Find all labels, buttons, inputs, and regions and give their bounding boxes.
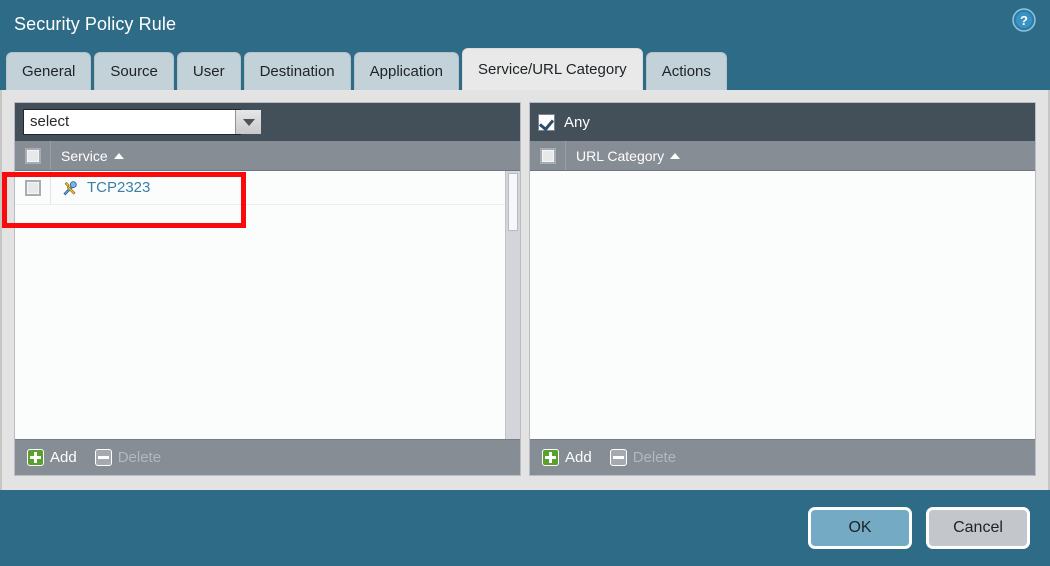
service-column-header: Service	[15, 141, 520, 171]
url-select-all-checkbox[interactable]	[539, 147, 556, 164]
tabstrip: General Source User Destination Applicat…	[0, 48, 1050, 90]
plus-square-icon	[542, 449, 559, 466]
service-select-all-checkbox[interactable]	[24, 147, 41, 164]
url-delete-label: Delete	[632, 449, 677, 466]
url-column-title-cell[interactable]: URL Category	[566, 147, 681, 164]
url-any-label: Any	[564, 113, 590, 131]
help-circle-icon[interactable]: ?	[1012, 8, 1036, 32]
ok-button[interactable]: OK	[808, 507, 912, 549]
tab-destination[interactable]: Destination	[243, 52, 351, 90]
service-panel-toolbar	[15, 103, 520, 141]
tab-actions[interactable]: Actions	[645, 52, 727, 90]
minus-square-icon	[94, 449, 112, 466]
service-list-scrollbar[interactable]	[505, 171, 520, 439]
service-panel: Service	[14, 102, 521, 476]
url-add-label: Add	[565, 449, 592, 466]
url-any-row[interactable]: Any	[538, 113, 590, 131]
url-category-column-header: URL Category	[530, 141, 1035, 171]
url-select-all-cell[interactable]	[530, 141, 566, 170]
service-tools-icon	[61, 179, 79, 197]
service-column-title-cell[interactable]: Service	[51, 148, 124, 164]
url-category-rows	[530, 171, 1035, 439]
url-category-panel-footer: Add Delete	[530, 439, 1035, 475]
dialog-title: Security Policy Rule	[14, 13, 177, 34]
service-row-checkbox-cell[interactable]	[15, 171, 51, 204]
cancel-button[interactable]: Cancel	[926, 507, 1030, 549]
url-delete-button: Delete	[609, 449, 677, 466]
tab-content-service-url-category: Service	[0, 90, 1050, 490]
service-select-input[interactable]	[24, 110, 235, 134]
plus-square-icon	[27, 449, 44, 466]
minus-square-icon	[609, 449, 627, 466]
dialog-footer: OK Cancel	[0, 490, 1050, 566]
dialog-titlebar: Security Policy Rule ?	[0, 0, 1050, 48]
sort-ascending-icon[interactable]	[670, 152, 681, 159]
url-category-panel-toolbar: Any	[530, 103, 1035, 141]
service-select-all-cell[interactable]	[15, 141, 51, 170]
url-any-checkbox[interactable]	[538, 113, 555, 131]
tab-user[interactable]: User	[176, 52, 241, 90]
url-category-panel: Any URL Category Add Delete	[529, 102, 1036, 476]
chevron-down-icon[interactable]	[235, 110, 261, 134]
url-column-label: URL Category	[576, 147, 665, 164]
service-delete-button: Delete	[94, 449, 162, 466]
service-column-label: Service	[61, 147, 108, 164]
tab-source[interactable]: Source	[94, 52, 174, 90]
service-rows: TCP2323	[15, 171, 520, 439]
service-panel-footer: Add Delete	[15, 439, 520, 475]
tab-service-url-category[interactable]: Service/URL Category	[462, 48, 643, 90]
sort-ascending-icon[interactable]	[113, 152, 124, 159]
url-add-button[interactable]: Add	[542, 449, 592, 466]
service-select-combo[interactable]	[23, 109, 261, 135]
service-row-label[interactable]: TCP2323	[87, 179, 150, 196]
service-row-body: TCP2323	[51, 179, 150, 197]
tab-application[interactable]: Application	[353, 52, 460, 90]
service-add-label: Add	[50, 449, 77, 466]
svg-text:?: ?	[1020, 13, 1028, 28]
tab-general[interactable]: General	[6, 52, 92, 90]
service-delete-label: Delete	[117, 449, 162, 466]
table-row[interactable]: TCP2323	[15, 171, 520, 205]
security-policy-rule-dialog: Security Policy Rule ? General Source Us…	[0, 0, 1050, 566]
service-list-scrollbar-thumb[interactable]	[508, 173, 518, 231]
service-row-checkbox[interactable]	[24, 179, 41, 196]
service-add-button[interactable]: Add	[27, 449, 77, 466]
